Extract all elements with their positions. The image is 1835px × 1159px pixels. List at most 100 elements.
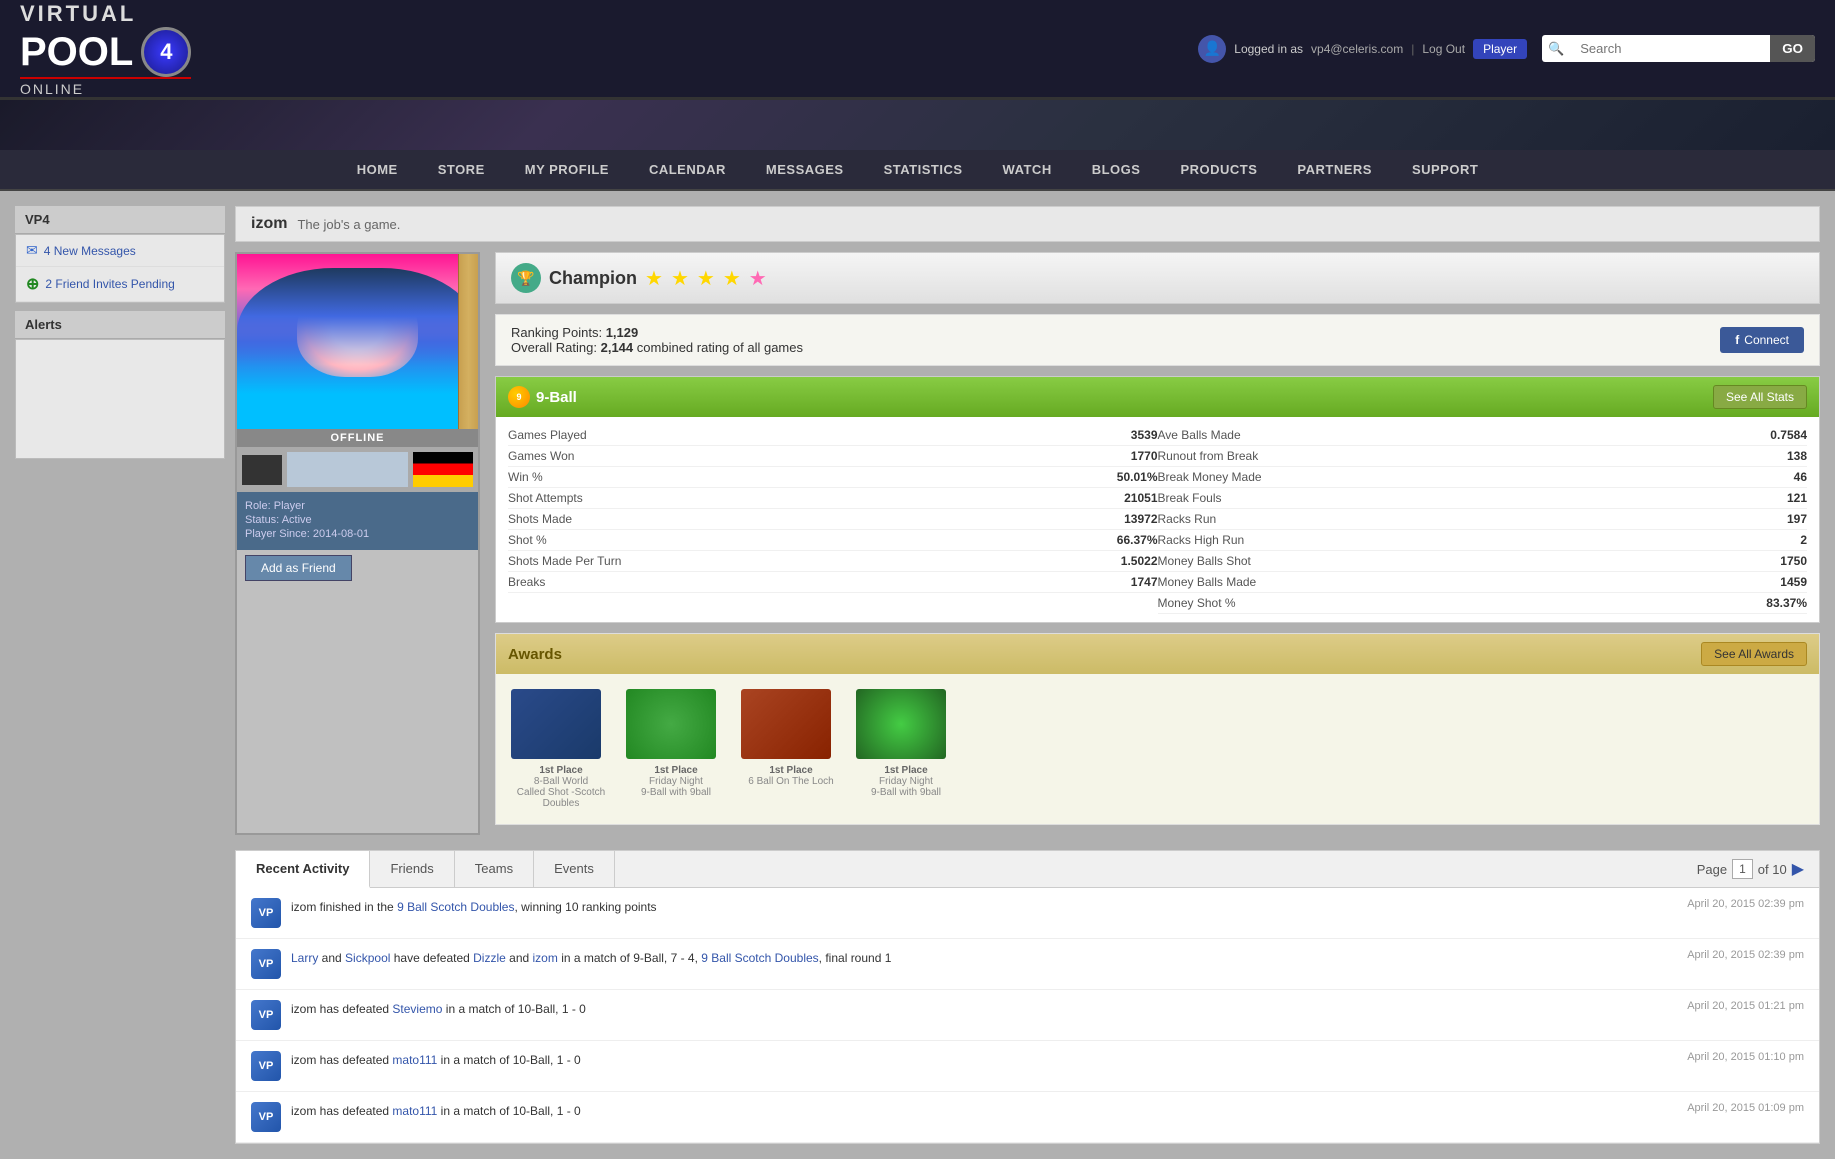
- user-icon: 👤: [1198, 35, 1226, 63]
- activity-row: VP izom has defeated mato111 in a match …: [236, 1041, 1819, 1092]
- activity-section: Recent Activity Friends Teams Events Pag…: [235, 850, 1820, 1144]
- role-row: Role: Player: [245, 500, 470, 512]
- add-friend-button[interactable]: Add as Friend: [245, 555, 352, 581]
- activity-link[interactable]: mato111: [392, 1104, 437, 1118]
- stat-row: Games Played3539: [508, 425, 1158, 446]
- player-since-row: Player Since: 2014-08-01: [245, 528, 470, 540]
- flag-germany: [413, 452, 473, 487]
- activity-text-content: izom finished in the 9 Ball Scotch Doubl…: [291, 898, 1677, 917]
- sidebar-header: VP4: [15, 206, 225, 234]
- award-image: [741, 689, 831, 759]
- logo-area: VIRTUAL POOL 4 ONLINE: [20, 1, 191, 97]
- ranking-points-value: 1,129: [606, 325, 639, 340]
- stat-value: 66.37%: [1117, 533, 1158, 547]
- nav-item-my-profile[interactable]: MY PROFILE: [505, 150, 629, 189]
- nav-item-products[interactable]: PRODUCTS: [1160, 150, 1277, 189]
- ranking-info: Ranking Points: 1,129 Overall Rating: 2,…: [511, 325, 803, 355]
- nav-item-partners[interactable]: PARTNERS: [1277, 150, 1392, 189]
- nav-item-watch[interactable]: WATCH: [983, 150, 1072, 189]
- sidebar: VP4 ✉ 4 New Messages ⊕ 2 Friend Invites …: [15, 206, 225, 1144]
- activity-link[interactable]: 9 Ball Scotch Doubles: [701, 951, 818, 965]
- stat-row: Shot %66.37%: [508, 530, 1158, 551]
- messages-item[interactable]: ✉ 4 New Messages: [16, 235, 224, 267]
- activity-link[interactable]: Sickpool: [345, 951, 390, 965]
- go-button[interactable]: GO: [1770, 35, 1815, 62]
- activity-link[interactable]: 9 Ball Scotch Doubles: [397, 900, 514, 914]
- activity-link[interactable]: Larry: [291, 951, 318, 965]
- stat-label: Runout from Break: [1158, 449, 1259, 463]
- stat-value: 138: [1787, 449, 1807, 463]
- stat-row: Win %50.01%: [508, 467, 1158, 488]
- stat-row: Break Fouls121: [1158, 488, 1808, 509]
- stat-value: 13972: [1124, 512, 1157, 526]
- stat-label: Money Shot %: [1158, 596, 1236, 610]
- tab-teams[interactable]: Teams: [455, 851, 534, 887]
- see-all-stats-button[interactable]: See All Stats: [1713, 385, 1807, 409]
- activity-avatar: VP: [251, 1000, 281, 1030]
- stat-value: 83.37%: [1766, 596, 1807, 610]
- overall-rating-label: Overall Rating:: [511, 340, 597, 355]
- stat-label: Ave Balls Made: [1158, 428, 1241, 442]
- see-all-awards-button[interactable]: See All Awards: [1701, 642, 1807, 666]
- player-badge: Player: [1473, 39, 1527, 59]
- alerts-header: Alerts: [15, 311, 225, 339]
- facebook-connect-button[interactable]: f Connect: [1720, 327, 1804, 353]
- stat-label: Games Won: [508, 449, 574, 463]
- award-place: 1st Place: [741, 765, 841, 776]
- awards-section: Awards See All Awards 1st Place 8-Ball W…: [495, 633, 1820, 825]
- award-name: 6 Ball On The Loch: [741, 776, 841, 787]
- next-page-button[interactable]: ▶: [1792, 859, 1804, 879]
- avatar-image: [237, 254, 478, 429]
- stat-label: Games Played: [508, 428, 587, 442]
- stat-row: Money Balls Made1459: [1158, 572, 1808, 593]
- stat-row: Shots Made 13972: [508, 509, 1158, 530]
- stat-row: Racks Run 197: [1158, 509, 1808, 530]
- stat-row: Money Balls Shot1750: [1158, 551, 1808, 572]
- stat-row: Racks High Run2: [1158, 530, 1808, 551]
- stats-title: 9 9-Ball: [508, 386, 577, 408]
- logout-link[interactable]: Log Out: [1422, 42, 1465, 56]
- pool-cue: [458, 254, 478, 429]
- activity-text: izom finished in the 9 Ball Scotch Doubl…: [291, 900, 657, 914]
- messages-link[interactable]: 4 New Messages: [44, 244, 136, 258]
- of-label: of 10: [1758, 862, 1787, 877]
- header-right: 👤 Logged in as vp4@celeris.com | Log Out…: [1198, 35, 1815, 63]
- activity-link[interactable]: Dizzle: [473, 951, 506, 965]
- nav-item-statistics[interactable]: STATISTICS: [864, 150, 983, 189]
- search-input[interactable]: [1570, 35, 1770, 62]
- activity-link[interactable]: izom: [533, 951, 558, 965]
- stat-label: Breaks: [508, 575, 545, 589]
- activity-row: VP izom has defeated Steviemo in a match…: [236, 990, 1819, 1041]
- nav-item-support[interactable]: SUPPORT: [1392, 150, 1498, 189]
- tab-friends[interactable]: Friends: [370, 851, 454, 887]
- stat-label: Shots Made: [508, 512, 572, 526]
- nav-item-messages[interactable]: MESSAGES: [746, 150, 864, 189]
- stat-label: Shots Made Per Turn: [508, 554, 621, 568]
- stat-row: Shots Made Per Turn1.5022: [508, 551, 1158, 572]
- stat-value: 197: [1787, 512, 1807, 526]
- activity-timestamp: April 20, 2015 02:39 pm: [1687, 949, 1804, 961]
- invites-item[interactable]: ⊕ 2 Friend Invites Pending: [16, 267, 224, 302]
- nav-item-blogs[interactable]: BLOGS: [1072, 150, 1161, 189]
- nav-item-home[interactable]: HOME: [337, 150, 418, 189]
- award-image: [856, 689, 946, 759]
- activity-link[interactable]: mato111: [392, 1053, 437, 1067]
- nav-item-store[interactable]: STORE: [418, 150, 505, 189]
- profile-right: 🏆 Champion ★ ★ ★ ★ ★ Ranking Points: 1,1…: [495, 252, 1820, 835]
- activity-text: izom has defeated mato111 in a match of …: [291, 1104, 581, 1118]
- stat-label: Break Money Made: [1158, 470, 1262, 484]
- invites-link[interactable]: 2 Friend Invites Pending: [45, 277, 174, 291]
- user-info: 👤 Logged in as vp4@celeris.com | Log Out…: [1198, 35, 1527, 63]
- tab-events[interactable]: Events: [534, 851, 615, 887]
- page-label: Page: [1697, 862, 1727, 877]
- profile-username: izom: [251, 215, 287, 233]
- award-item: 1st Place 6 Ball On The Loch: [741, 689, 841, 809]
- stat-label: Racks Run: [1158, 512, 1217, 526]
- user-email[interactable]: vp4@celeris.com: [1311, 42, 1403, 56]
- nav-item-calendar[interactable]: CALENDAR: [629, 150, 746, 189]
- star-3: ★: [697, 266, 715, 291]
- activity-avatar: VP: [251, 949, 281, 979]
- stat-value: 0.7584: [1770, 428, 1807, 442]
- activity-link[interactable]: Steviemo: [392, 1002, 442, 1016]
- tab-recent-activity[interactable]: Recent Activity: [236, 851, 370, 888]
